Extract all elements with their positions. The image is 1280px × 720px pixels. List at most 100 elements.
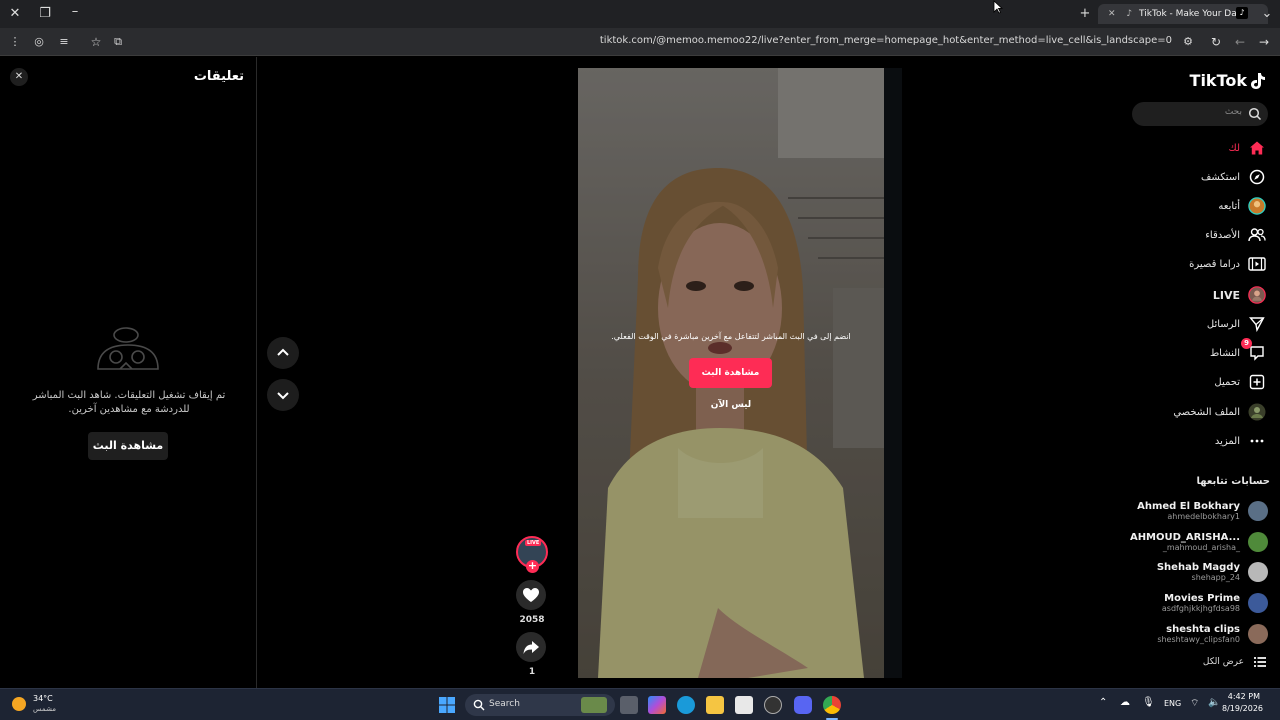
- clock-time[interactable]: 4:42 PM: [1226, 692, 1260, 701]
- search-placeholder: بحث: [1224, 107, 1242, 117]
- chevron-down-icon: [277, 392, 289, 400]
- install-app-icon[interactable]: ⧉: [109, 33, 127, 51]
- account-item[interactable]: sheshta clips sheshtawy_clipsfan0: [1157, 621, 1268, 647]
- nav-friends[interactable]: الأصدقاء: [1205, 224, 1266, 246]
- tab-list-icon[interactable]: ⌄: [1258, 5, 1276, 23]
- edge-browser-icon[interactable]: [677, 696, 695, 714]
- search-highlight-image: [581, 697, 607, 713]
- follow-plus-icon[interactable]: +: [526, 560, 539, 573]
- comments-watch-live-button[interactable]: مشاهدة البث: [88, 432, 168, 460]
- nav-live[interactable]: LIVE: [1213, 284, 1266, 306]
- account-item[interactable]: Ahmed El Bokhary ahmedelbokhary1: [1137, 498, 1268, 524]
- onedrive-cloud-icon[interactable]: ☁: [1120, 697, 1130, 708]
- tiktok-tab-icon[interactable]: ♪: [1236, 7, 1248, 19]
- chevron-up-icon: [277, 348, 289, 356]
- like-button[interactable]: [516, 580, 546, 610]
- nav-more[interactable]: المزيد: [1215, 430, 1266, 452]
- heart-icon: [523, 588, 539, 602]
- search-icon[interactable]: [1248, 107, 1262, 121]
- account-item[interactable]: Shehab Magdy shehapp_24: [1157, 559, 1268, 585]
- close-comments-icon[interactable]: ✕: [10, 68, 28, 86]
- chrome-icon[interactable]: [823, 696, 841, 714]
- language-indicator[interactable]: ENG: [1164, 699, 1181, 708]
- github-icon[interactable]: [764, 696, 782, 714]
- nav-activity[interactable]: النشاط 9: [1210, 338, 1266, 364]
- volume-icon[interactable]: 🔈: [1208, 697, 1220, 708]
- tiktok-logo[interactable]: TikTok: [1190, 71, 1266, 90]
- live-video-player[interactable]: انضم إلى في البث المباشر لتتفاعل مع آخري…: [578, 68, 884, 678]
- mouse-cursor-icon: [993, 0, 1003, 14]
- network-icon[interactable]: ⌔: [1190, 697, 1199, 710]
- discord-icon[interactable]: [794, 696, 812, 714]
- following-avatar-icon: [1248, 197, 1266, 215]
- file-explorer-icon[interactable]: [706, 696, 724, 714]
- activity-badge: 9: [1241, 338, 1252, 349]
- live-icon: [1248, 286, 1266, 304]
- previous-video-button[interactable]: [267, 337, 299, 369]
- profile-circle-icon[interactable]: ◎: [30, 33, 48, 51]
- bookmark-star-icon[interactable]: ☆: [87, 33, 105, 51]
- reload-icon[interactable]: ↻: [1207, 33, 1225, 51]
- account-username: _mahmoud_arisha_: [1162, 543, 1240, 552]
- site-settings-icon[interactable]: ⚙: [1179, 33, 1197, 51]
- nav-upload[interactable]: تحميل: [1214, 371, 1266, 393]
- home-icon: [1248, 139, 1266, 157]
- account-username: ahmedelbokhary1: [1167, 512, 1240, 521]
- menu-kebab-icon[interactable]: ⋮: [6, 33, 24, 51]
- see-all-button[interactable]: عرض الكل: [1203, 656, 1266, 668]
- send-icon: [1248, 315, 1266, 333]
- account-item[interactable]: AHMOUD_ARISHA... _mahmoud_arisha_: [1130, 529, 1268, 555]
- minimize-window-icon[interactable]: –: [66, 3, 84, 21]
- friends-icon: [1248, 226, 1266, 244]
- weather-sun-icon[interactable]: [12, 697, 26, 711]
- next-video-button[interactable]: [267, 379, 299, 411]
- search-input[interactable]: بحث: [1132, 102, 1268, 126]
- account-avatar: [1248, 501, 1268, 521]
- weather-desc: مشمس: [33, 705, 56, 713]
- close-window-icon[interactable]: ✕: [6, 5, 24, 23]
- tiktok-logo-text: TikTok: [1189, 71, 1247, 90]
- address-bar: ⋮ ◎ ≡ ☆ ⧉ tiktok.com/@memoo.memoo22/live…: [0, 28, 1280, 56]
- tab-title: TikTok - Make Your Day: [1139, 9, 1243, 19]
- task-view-icon[interactable]: [620, 696, 638, 714]
- restore-window-icon[interactable]: ❐: [36, 5, 54, 23]
- watch-live-button[interactable]: مشاهدة البث: [689, 358, 772, 388]
- microsoft-store-icon[interactable]: [735, 696, 753, 714]
- forward-icon[interactable]: ←: [1231, 33, 1249, 51]
- url-field[interactable]: tiktok.com/@memoo.memoo22/live?enter_fro…: [600, 35, 1172, 46]
- not-now-button[interactable]: ليس الآن: [578, 400, 884, 410]
- nav-for-you[interactable]: لك: [1229, 137, 1266, 159]
- video-area: انضم إلى في البث المباشر لتتفاعل مع آخري…: [258, 57, 1130, 688]
- profile-icon: [1248, 403, 1266, 421]
- new-tab-icon[interactable]: +: [1076, 5, 1094, 23]
- account-name: Shehab Magdy: [1156, 562, 1240, 573]
- clock-date[interactable]: 8/19/2026: [1222, 704, 1263, 713]
- nav-messages-label: الرسائل: [1206, 318, 1240, 330]
- compass-icon: [1248, 168, 1266, 186]
- nav-messages[interactable]: الرسائل: [1207, 313, 1266, 335]
- show-hidden-icons-icon[interactable]: ⌃: [1099, 697, 1107, 708]
- microphone-icon[interactable]: 🎙: [1142, 697, 1155, 708]
- taskbar-search-box[interactable]: Search: [465, 694, 615, 716]
- comments-panel: ✕ تعليقات تم إيقاف تشغيل التعليقات. شاهد…: [0, 57, 257, 688]
- weather-temp: 34°C: [33, 694, 53, 703]
- nav-upload-label: تحميل: [1214, 376, 1240, 388]
- nav-following[interactable]: أتابعه: [1218, 195, 1266, 217]
- account-name: AHMOUD_ARISHA...: [1129, 532, 1240, 543]
- nav-profile-label: الملف الشخصي: [1173, 406, 1240, 418]
- copilot-icon[interactable]: [648, 696, 666, 714]
- nav-profile[interactable]: الملف الشخصي: [1173, 401, 1266, 423]
- share-button[interactable]: [516, 632, 546, 662]
- windows-start-icon[interactable]: [439, 697, 455, 713]
- account-avatar: [1248, 532, 1268, 552]
- account-avatar: [1248, 562, 1268, 582]
- nav-explore[interactable]: استكشف: [1201, 166, 1266, 188]
- nav-more-label: المزيد: [1214, 435, 1240, 447]
- nav-short-drama[interactable]: دراما قصيرة: [1189, 253, 1266, 275]
- nav-for-you-label: لك: [1228, 142, 1240, 154]
- see-all-label: عرض الكل: [1202, 657, 1244, 667]
- tab-close-icon[interactable]: ✕: [1108, 9, 1116, 19]
- account-item[interactable]: Movies Prime asdfghjkkjhgfdsa98: [1162, 590, 1268, 616]
- reading-list-icon[interactable]: ≡: [55, 33, 73, 51]
- back-icon[interactable]: →: [1255, 33, 1273, 51]
